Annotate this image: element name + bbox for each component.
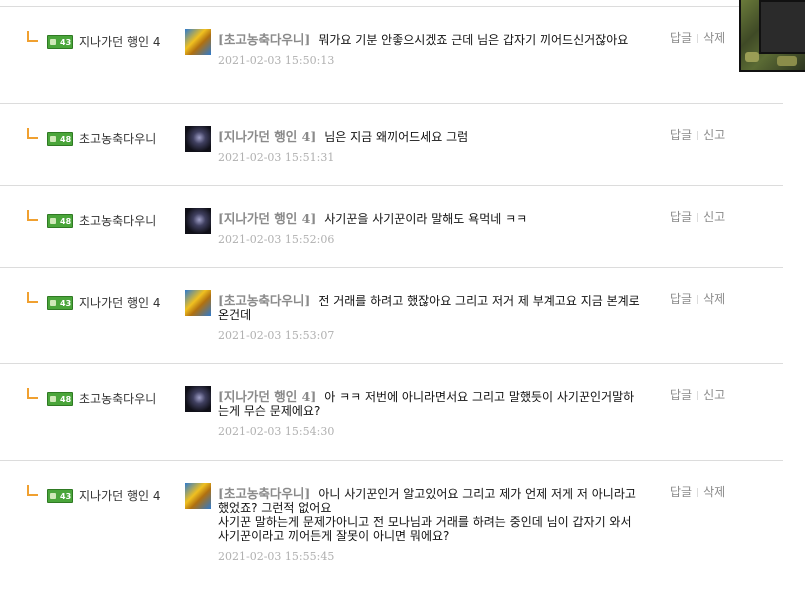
user-avatar[interactable]	[185, 483, 211, 509]
reply-target-nickname[interactable]: [지나가던 행인 4]	[218, 129, 316, 144]
reply-button[interactable]: 답글	[670, 128, 692, 142]
comment-actions: 답글 | 신고	[670, 126, 725, 143]
level-badge: 48	[47, 392, 73, 406]
comment-item: 48 초고농축다우니 [지나가던 행인 4] 아 ㅋㅋ 저번에 아니라면서요 그리…	[0, 363, 783, 460]
comment-body: [초고농축다우니] 전 거래를 하려고 했잖아요 그리고 저거 제 부계고요 지금…	[218, 294, 643, 343]
reply-arrow-icon	[27, 31, 38, 42]
comment-actions: 답글 | 삭제	[670, 29, 725, 46]
comment-body: [초고농축다우니] 뭐가요 기분 안좋으시겠죠 근데 님은 갑자기 끼어드신거잖아…	[218, 33, 643, 68]
comment-text: 뭐가요 기분 안좋으시겠죠 근데 님은 갑자기 끼어드신거잖아요	[318, 33, 629, 47]
reply-arrow-icon	[27, 388, 38, 399]
comment-date: 2021-02-03 15:54:30	[218, 425, 335, 438]
reply-arrow-icon	[27, 485, 38, 496]
action-separator: |	[696, 488, 700, 498]
comment-text-line2: 사기꾼 말하는게 문제가아니고 전 모나님과 거래를 하려는 중인데 님이 갑자…	[218, 515, 632, 543]
reply-button[interactable]: 답글	[670, 292, 692, 306]
user-avatar[interactable]	[185, 386, 211, 412]
comment-actions: 답글 | 신고	[670, 386, 725, 403]
reply-target-nickname[interactable]: [지나가던 행인 4]	[218, 389, 316, 404]
reply-target-nickname[interactable]: [초고농축다우니]	[218, 293, 310, 308]
action-separator: |	[696, 213, 700, 223]
report-button[interactable]: 신고	[703, 388, 725, 402]
comment-date: 2021-02-03 15:53:07	[218, 329, 335, 342]
comment-item: 43 지나가던 행인 4 [초고농축다우니] 뭐가요 기분 안좋으시겠죠 근데 님…	[0, 6, 783, 103]
action-separator: |	[696, 131, 700, 141]
report-button[interactable]: 신고	[703, 210, 725, 224]
comment-author[interactable]: 지나가던 행인 4	[79, 487, 161, 504]
user-avatar[interactable]	[185, 29, 211, 55]
comment-body: [지나가던 행인 4] 사기꾼을 사기꾼이라 말해도 욕먹네 ㅋㅋ 2021-02…	[218, 212, 643, 247]
delete-button[interactable]: 삭제	[703, 31, 725, 45]
comment-item: 43 지나가던 행인 4 [초고농축다우니] 전 거래를 하려고 했잖아요 그리고…	[0, 267, 783, 363]
action-separator: |	[696, 34, 700, 44]
page-margin	[783, 0, 805, 579]
side-thumbnail-image[interactable]	[739, 0, 805, 72]
comment-date: 2021-02-03 15:51:31	[218, 151, 335, 164]
comment-author[interactable]: 지나가던 행인 4	[79, 33, 161, 50]
comment-date: 2021-02-03 15:50:13	[218, 54, 335, 67]
user-avatar[interactable]	[185, 126, 211, 152]
report-button[interactable]: 신고	[703, 128, 725, 142]
comment-actions: 답글 | 삭제	[670, 483, 725, 500]
comment-item: 48 초고농축다우니 [지나가던 행인 4] 사기꾼을 사기꾼이라 말해도 욕먹네…	[0, 185, 783, 267]
thumbnail-detail	[745, 52, 759, 62]
user-avatar[interactable]	[185, 208, 211, 234]
comment-item: 48 초고농축다우니 [지나가던 행인 4] 님은 지금 왜끼어드세요 그럼 20…	[0, 103, 783, 185]
comment-actions: 답글 | 신고	[670, 208, 725, 225]
comment-date: 2021-02-03 15:52:06	[218, 233, 335, 246]
delete-button[interactable]: 삭제	[703, 292, 725, 306]
action-separator: |	[696, 391, 700, 401]
comment-item: 43 지나가던 행인 4 [초고농축다우니] 아니 사기꾼인거 알고있어요 그리고…	[0, 460, 783, 600]
comment-body: [지나가던 행인 4] 아 ㅋㅋ 저번에 아니라면서요 그리고 말했듯이 사기꾼인…	[218, 390, 643, 439]
comment-author[interactable]: 지나가던 행인 4	[79, 294, 161, 311]
reply-button[interactable]: 답글	[670, 388, 692, 402]
reply-button[interactable]: 답글	[670, 31, 692, 45]
reply-arrow-icon	[27, 292, 38, 303]
comment-body: [지나가던 행인 4] 님은 지금 왜끼어드세요 그럼 2021-02-03 15…	[218, 130, 643, 165]
level-badge: 48	[47, 132, 73, 146]
reply-target-nickname[interactable]: [초고농축다우니]	[218, 486, 310, 501]
comment-text: 사기꾼을 사기꾼이라 말해도 욕먹네 ㅋㅋ	[324, 212, 528, 226]
comment-author[interactable]: 초고농축다우니	[79, 130, 156, 147]
delete-button[interactable]: 삭제	[703, 485, 725, 499]
comment-author[interactable]: 초고농축다우니	[79, 212, 156, 229]
user-avatar[interactable]	[185, 290, 211, 316]
level-badge: 43	[47, 489, 73, 503]
level-badge: 48	[47, 214, 73, 228]
comment-text: 님은 지금 왜끼어드세요 그럼	[324, 130, 469, 144]
level-badge: 43	[47, 296, 73, 310]
level-badge: 43	[47, 35, 73, 49]
reply-target-nickname[interactable]: [초고농축다우니]	[218, 32, 310, 47]
thumbnail-dark-block	[759, 0, 805, 54]
reply-arrow-icon	[27, 210, 38, 221]
reply-arrow-icon	[27, 128, 38, 139]
reply-button[interactable]: 답글	[670, 485, 692, 499]
reply-target-nickname[interactable]: [지나가던 행인 4]	[218, 211, 316, 226]
comment-author[interactable]: 초고농축다우니	[79, 390, 156, 407]
reply-button[interactable]: 답글	[670, 210, 692, 224]
comment-actions: 답글 | 삭제	[670, 290, 725, 307]
comment-body: [초고농축다우니] 아니 사기꾼인거 알고있어요 그리고 제가 언제 저게 저 아…	[218, 487, 643, 564]
thumbnail-detail	[777, 56, 797, 66]
comment-list: 43 지나가던 행인 4 [초고농축다우니] 뭐가요 기분 안좋으시겠죠 근데 님…	[0, 6, 783, 600]
comment-date: 2021-02-03 15:55:45	[218, 550, 335, 563]
action-separator: |	[696, 295, 700, 305]
